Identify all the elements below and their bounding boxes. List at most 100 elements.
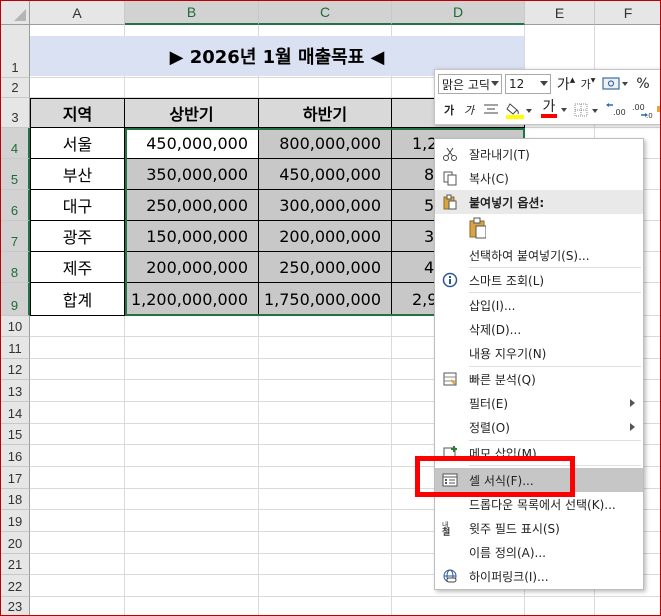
- grid-cell[interactable]: [259, 359, 392, 380]
- menu-item-copy[interactable]: 복사(C): [435, 166, 643, 190]
- row-header-17[interactable]: 17: [1, 467, 30, 489]
- menu-item-show-phonetic[interactable]: 내철 윗주 필드 표시(S): [435, 516, 643, 540]
- row-header-9[interactable]: 9: [1, 283, 30, 316]
- second-half-cell[interactable]: 1,750,000,000: [259, 283, 392, 316]
- format-painter-button[interactable]: [655, 104, 660, 118]
- grid-cell[interactable]: [30, 445, 125, 467]
- column-header-d[interactable]: D: [392, 1, 525, 25]
- first-half-cell[interactable]: 1,200,000,000: [125, 283, 259, 316]
- header-first-half[interactable]: 상반기: [125, 98, 259, 128]
- row-header-6[interactable]: 6: [1, 190, 30, 221]
- row-header-4[interactable]: 4: [1, 128, 30, 159]
- second-half-cell[interactable]: 800,000,000: [259, 128, 392, 159]
- bold-button[interactable]: 가: [440, 100, 458, 120]
- grid-cell[interactable]: [259, 316, 392, 337]
- grid-cell[interactable]: [30, 359, 125, 380]
- grid-cell[interactable]: [125, 597, 259, 615]
- menu-item-format-cells[interactable]: 셀 서식(F)...: [435, 468, 643, 492]
- second-half-cell[interactable]: 200,000,000: [259, 221, 392, 252]
- menu-item-clear-contents[interactable]: 내용 지우기(N): [435, 341, 643, 365]
- borders-button[interactable]: [573, 100, 601, 120]
- column-header-f[interactable]: F: [595, 1, 660, 25]
- menu-item-insert-comment[interactable]: 메모 삽입(M): [435, 441, 643, 465]
- grid-cell[interactable]: [595, 597, 660, 615]
- row-header-12[interactable]: 12: [1, 359, 30, 380]
- align-center-button[interactable]: [481, 100, 501, 120]
- second-half-cell[interactable]: 450,000,000: [259, 159, 392, 190]
- grid-cell[interactable]: [125, 424, 259, 445]
- row-header-13[interactable]: 13: [1, 380, 30, 402]
- grid-cell[interactable]: [525, 597, 595, 615]
- menu-item-cut[interactable]: 잘라내기(T): [435, 142, 643, 166]
- grid-cell[interactable]: [30, 467, 125, 489]
- menu-item-filter[interactable]: 필터(E): [435, 391, 643, 415]
- row-header-5[interactable]: 5: [1, 159, 30, 190]
- grid-cell[interactable]: [30, 402, 125, 424]
- fill-color-button[interactable]: [505, 100, 533, 120]
- row-header-10[interactable]: 10: [1, 316, 30, 337]
- font-name-box[interactable]: 맑은 고딕: [438, 74, 502, 94]
- grid-cell[interactable]: [125, 78, 259, 98]
- region-cell[interactable]: 서울: [30, 128, 125, 159]
- grid-cell[interactable]: [392, 597, 525, 615]
- grid-cell[interactable]: [30, 380, 125, 402]
- select-all-button[interactable]: [1, 1, 30, 25]
- menu-item-define-name[interactable]: 이름 정의(A)...: [435, 540, 643, 564]
- grid-cell[interactable]: [30, 337, 125, 359]
- row-header-15[interactable]: 15: [1, 424, 30, 445]
- region-cell[interactable]: 제주: [30, 252, 125, 283]
- menu-item-hyperlink[interactable]: 하이퍼링크(I)...: [435, 564, 643, 588]
- row-header-18[interactable]: 18: [1, 489, 30, 510]
- menu-item-smart-lookup[interactable]: 스마트 조회(L): [435, 268, 643, 292]
- header-second-half[interactable]: 하반기: [259, 98, 392, 128]
- grid-cell[interactable]: [125, 489, 259, 510]
- grid-cell[interactable]: [125, 402, 259, 424]
- second-half-cell[interactable]: 250,000,000: [259, 252, 392, 283]
- row-header-20[interactable]: 20: [1, 532, 30, 554]
- column-header-e[interactable]: E: [525, 1, 595, 25]
- grid-cell[interactable]: [125, 510, 259, 532]
- row-header-7[interactable]: 7: [1, 221, 30, 252]
- menu-item-paste-special[interactable]: 선택하여 붙여넣기(S)...: [435, 243, 643, 267]
- font-color-dropdown[interactable]: [559, 100, 569, 120]
- first-half-cell[interactable]: 350,000,000: [125, 159, 259, 190]
- accounting-format-button[interactable]: [600, 74, 630, 94]
- grid-cell[interactable]: [259, 78, 392, 98]
- row-header-16[interactable]: 16: [1, 445, 30, 467]
- grid-cell[interactable]: [125, 337, 259, 359]
- grid-cell[interactable]: [125, 359, 259, 380]
- grid-cell[interactable]: [259, 380, 392, 402]
- grid-cell[interactable]: [30, 316, 125, 337]
- row-header-22[interactable]: 22: [1, 575, 30, 597]
- grid-cell[interactable]: [125, 380, 259, 402]
- grid-cell[interactable]: [259, 554, 392, 575]
- region-cell[interactable]: 광주: [30, 221, 125, 252]
- menu-item-insert[interactable]: 삽입(I)...: [435, 293, 643, 317]
- region-cell[interactable]: 부산: [30, 159, 125, 190]
- first-half-cell[interactable]: 250,000,000: [125, 190, 259, 221]
- menu-item-pick-from-dropdown[interactable]: 드롭다운 목록에서 선택(K)...: [435, 492, 643, 516]
- percent-style-button[interactable]: %: [632, 74, 654, 94]
- grid-cell[interactable]: [30, 78, 125, 98]
- menu-item-sort[interactable]: 정렬(O): [435, 415, 643, 439]
- row-header-1[interactable]: 1: [1, 25, 30, 78]
- column-header-b[interactable]: B: [125, 1, 259, 25]
- italic-button[interactable]: 가: [460, 100, 478, 120]
- grid-cell[interactable]: [259, 575, 392, 597]
- row-header-2[interactable]: 2: [1, 78, 30, 98]
- row-header-14[interactable]: 14: [1, 402, 30, 424]
- grid-cell[interactable]: [30, 554, 125, 575]
- menu-item-delete[interactable]: 삭제(D)...: [435, 317, 643, 341]
- grid-cell[interactable]: [125, 532, 259, 554]
- row-header-21[interactable]: 21: [1, 554, 30, 575]
- first-half-cell[interactable]: 450,000,000: [125, 128, 259, 159]
- grid-cell[interactable]: [259, 467, 392, 489]
- grid-cell[interactable]: [30, 510, 125, 532]
- grid-cell[interactable]: [30, 575, 125, 597]
- paste-option-button[interactable]: [435, 215, 643, 243]
- row-header-23[interactable]: 23: [1, 597, 30, 615]
- row-header-11[interactable]: 11: [1, 337, 30, 359]
- grid-cell[interactable]: [259, 402, 392, 424]
- grid-cell[interactable]: [30, 597, 125, 615]
- grid-cell[interactable]: [125, 554, 259, 575]
